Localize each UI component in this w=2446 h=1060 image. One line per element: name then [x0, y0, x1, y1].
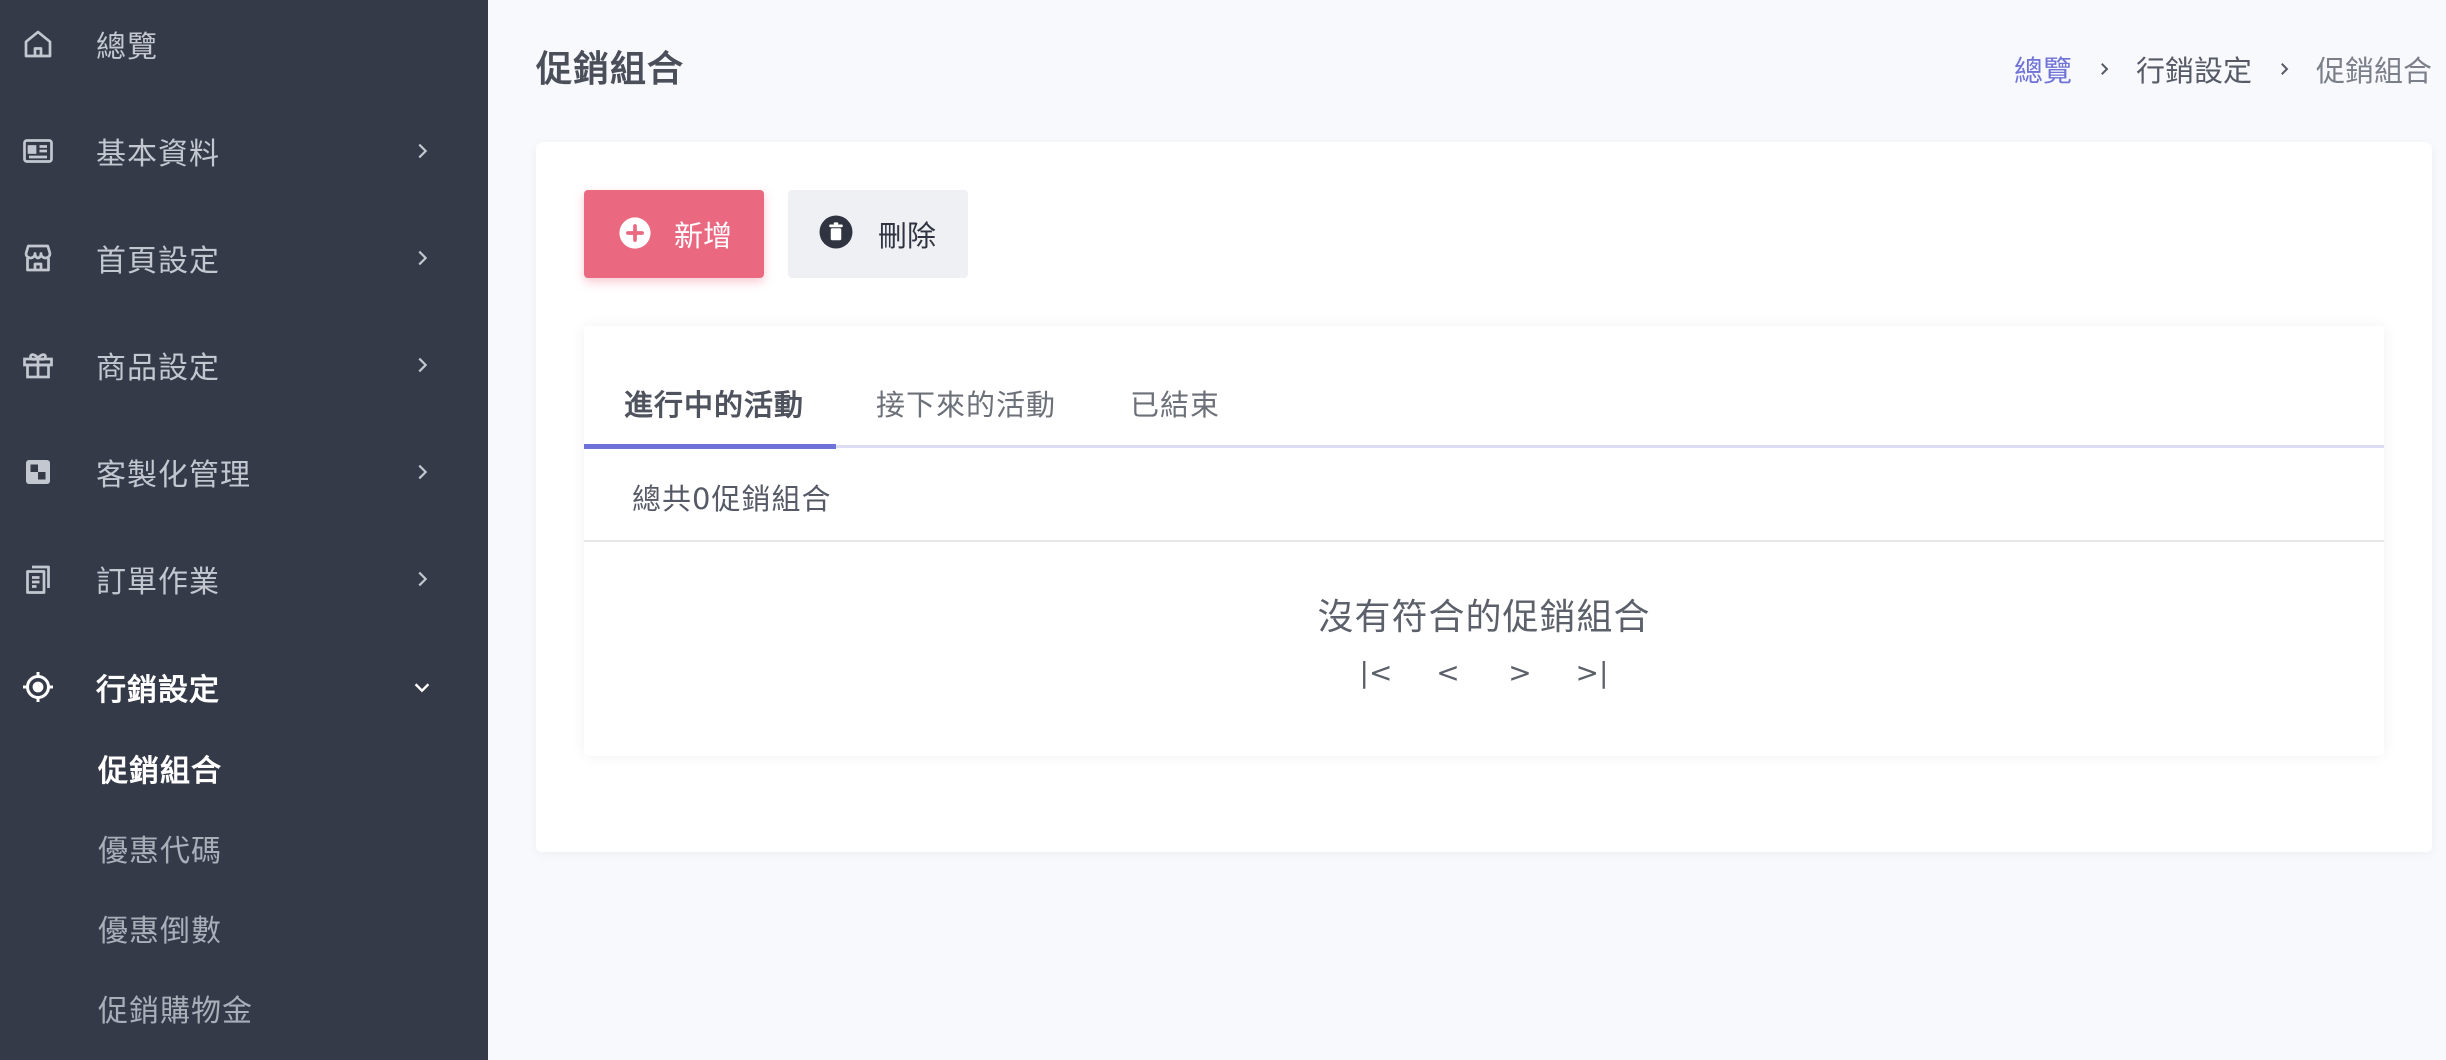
add-button[interactable]: 新增 [584, 190, 764, 278]
profile-card-icon [18, 131, 58, 171]
app-root: 總覽 基本資料 首頁設定 商品設定 客製化管理 訂單作業 行銷設定 促銷組合 優… [0, 0, 2446, 1060]
chevron-right-icon [408, 137, 436, 165]
customize-icon [18, 452, 58, 492]
sidebar-subitem-coupon-code[interactable]: 優惠代碼 [98, 826, 222, 870]
sidebar-item-label: 總覽 [96, 30, 158, 65]
delete-button-label: 刪除 [878, 219, 937, 253]
content-card: 新增 刪除 進行中的活動 接下來的活動 已結束 總共0促銷組合 沒有符合的促銷組… [536, 142, 2432, 852]
tab-upcoming[interactable]: 接下來的活動 [876, 382, 1056, 424]
delete-button[interactable]: 刪除 [788, 190, 968, 278]
add-button-label: 新增 [674, 219, 733, 253]
tab-bar: 進行中的活動 接下來的活動 已結束 [584, 326, 2384, 449]
sidebar: 總覽 基本資料 首頁設定 商品設定 客製化管理 訂單作業 行銷設定 促銷組合 優… [0, 0, 488, 1060]
sidebar-item-label: 訂單作業 [96, 565, 220, 600]
chevron-right-icon [408, 565, 436, 593]
storefront-icon [18, 238, 58, 278]
sidebar-item-label: 商品設定 [96, 351, 220, 386]
total-count-text: 總共0促銷組合 [632, 482, 832, 516]
sidebar-item-marketing[interactable]: 行銷設定 [0, 657, 488, 717]
sidebar-item-label: 行銷設定 [96, 673, 220, 708]
active-tab-indicator [584, 444, 836, 449]
gift-icon [18, 345, 58, 385]
tab-ended[interactable]: 已結束 [1130, 382, 1220, 424]
sidebar-item-orders[interactable]: 訂單作業 [0, 549, 488, 609]
breadcrumb-link-marketing[interactable]: 行銷設定 [2136, 48, 2252, 90]
empty-state-message: 沒有符合的促銷組合 [1317, 597, 1651, 638]
first-page-button[interactable]: |< [1340, 656, 1412, 689]
tab-ongoing[interactable]: 進行中的活動 [624, 382, 804, 424]
chevron-right-icon [2072, 60, 2136, 78]
sidebar-item-overview[interactable]: 總覽 [0, 14, 488, 74]
prev-page-button[interactable]: < [1412, 656, 1484, 689]
clipboard-icon [18, 559, 58, 599]
divider [584, 540, 2384, 542]
promotion-list-panel: 進行中的活動 接下來的活動 已結束 總共0促銷組合 沒有符合的促銷組合 |< <… [584, 326, 2384, 756]
chevron-right-icon [408, 458, 436, 486]
home-icon [18, 24, 58, 64]
plus-circle-icon [619, 217, 651, 249]
target-icon [18, 667, 58, 707]
breadcrumb: 總覽 行銷設定 促銷組合 [2014, 48, 2432, 90]
main-content: 促銷組合 總覽 行銷設定 促銷組合 新增 刪除 進行中的活動 接下來的活動 已結… [488, 0, 2446, 1060]
sidebar-item-customization[interactable]: 客製化管理 [0, 442, 488, 502]
breadcrumb-current: 促銷組合 [2315, 54, 2432, 88]
sidebar-subitem-shopping-credit[interactable]: 促銷購物金 [98, 986, 253, 1030]
pagination: |< < > >| [584, 656, 2384, 689]
last-page-button[interactable]: >| [1556, 656, 1628, 689]
sidebar-subitem-countdown-offer[interactable]: 優惠倒數 [98, 906, 222, 950]
chevron-right-icon [408, 244, 436, 272]
next-page-button[interactable]: > [1484, 656, 1556, 689]
sidebar-item-homepage-settings[interactable]: 首頁設定 [0, 228, 488, 288]
sidebar-item-label: 首頁設定 [96, 244, 220, 279]
sidebar-item-basic-info[interactable]: 基本資料 [0, 121, 488, 181]
chevron-down-icon [408, 673, 436, 701]
sidebar-item-label: 客製化管理 [96, 458, 251, 493]
breadcrumb-link-overview[interactable]: 總覽 [2014, 48, 2072, 90]
sidebar-item-label: 基本資料 [96, 137, 220, 172]
chevron-right-icon [408, 351, 436, 379]
sidebar-subitem-promotion-bundle[interactable]: 促銷組合 [98, 746, 222, 790]
page-title: 促銷組合 [536, 49, 685, 90]
sidebar-item-product-settings[interactable]: 商品設定 [0, 335, 488, 395]
trash-icon [819, 215, 853, 249]
chevron-right-icon [2252, 60, 2316, 78]
